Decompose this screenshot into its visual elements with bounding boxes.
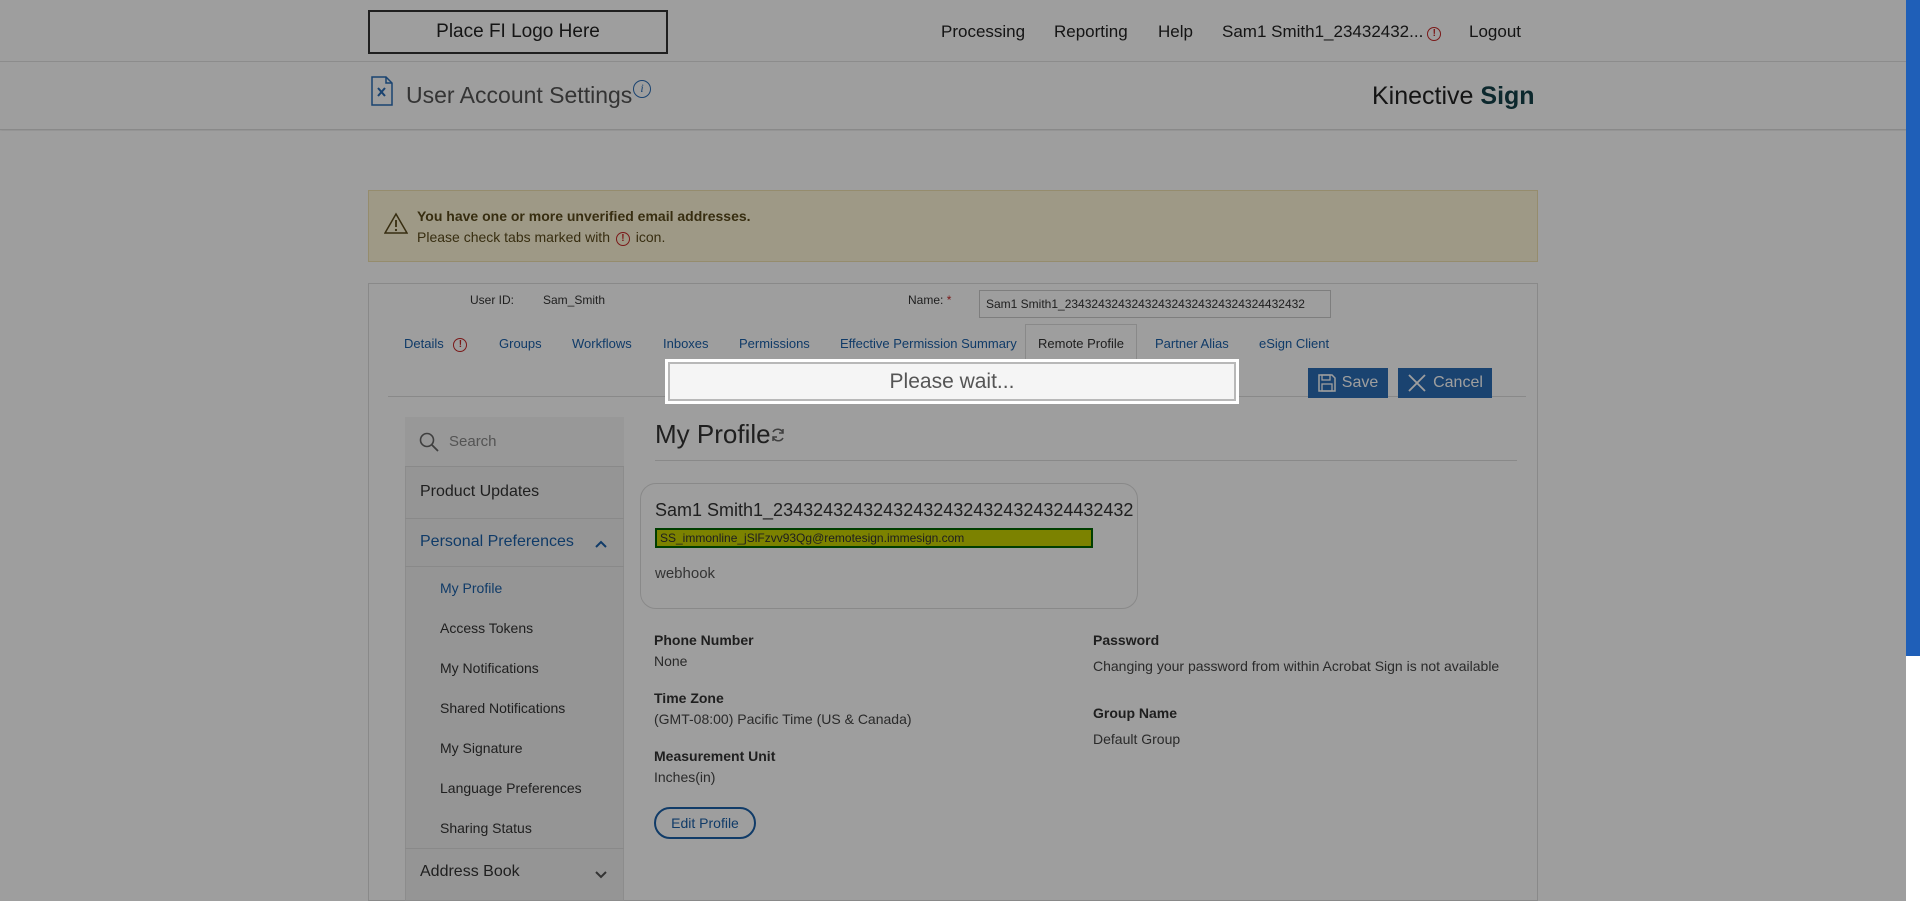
scrollbar-thumb[interactable] <box>1906 0 1920 656</box>
loading-overlay <box>0 0 1906 901</box>
scrollbar-track[interactable] <box>1906 656 1920 901</box>
please-wait-dialog: Please wait... <box>665 359 1239 404</box>
